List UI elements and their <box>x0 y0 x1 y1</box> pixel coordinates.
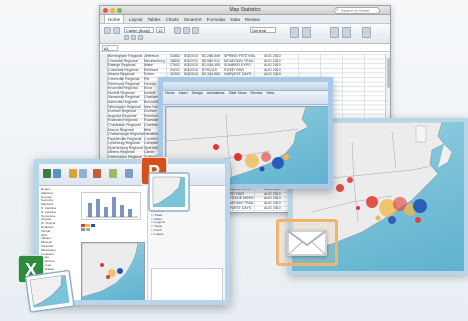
chart-icon[interactable] <box>69 169 77 178</box>
underline-icon[interactable] <box>138 35 143 40</box>
name-box[interactable]: A1 <box>102 45 118 51</box>
table-cell[interactable]: AUG 2010 <box>264 206 284 211</box>
filter-icon[interactable] <box>125 169 133 178</box>
envelope-shape <box>287 230 327 256</box>
layer-item[interactable]: ☐ Labels <box>151 233 224 237</box>
font-size-select[interactable]: 12 <box>156 27 165 33</box>
powerpoint-ribbon: Home Insert Design Animations Slide Show Revi… <box>163 91 328 105</box>
chart-legend <box>81 224 141 232</box>
search-input[interactable]: ⌕ Search in Sheet <box>334 7 380 14</box>
bar-chart <box>81 192 141 220</box>
search-placeholder: Search in Sheet <box>341 8 370 13</box>
ppt-tab-insert[interactable]: Insert <box>179 91 188 95</box>
conditional-format-icon[interactable] <box>290 27 299 38</box>
map-icon[interactable] <box>109 169 117 178</box>
tab-layout[interactable]: Layout <box>129 15 143 23</box>
properties-box[interactable] <box>151 268 223 300</box>
pie-icon[interactable] <box>93 169 101 178</box>
insert-cells-icon[interactable] <box>330 27 339 38</box>
report-map[interactable] <box>81 242 145 300</box>
wrap-text-icon[interactable] <box>192 27 199 34</box>
mail-envelope-icon[interactable] <box>276 219 338 266</box>
formula-bar[interactable]: A1 <box>100 44 390 52</box>
cut-icon[interactable] <box>113 27 120 34</box>
excel-app-icon: X <box>17 254 76 315</box>
styles-icon[interactable] <box>302 27 311 38</box>
tab-charts[interactable]: Charts <box>166 15 179 23</box>
ppt-tab-animations[interactable]: Animations <box>207 91 225 95</box>
bar-chart-svg <box>86 197 138 218</box>
bold-icon[interactable] <box>124 35 129 40</box>
tab-smartart[interactable]: SmartArt <box>184 15 202 23</box>
ppt-tab-view[interactable]: View <box>266 91 274 95</box>
tab-home[interactable]: Home <box>104 15 125 23</box>
themes-icon[interactable] <box>362 27 371 38</box>
tab-review[interactable]: Review <box>245 15 260 23</box>
scroll-thumb[interactable] <box>387 58 390 88</box>
align-left-icon[interactable] <box>174 27 181 34</box>
powerpoint-app-icon: P <box>140 156 191 215</box>
excel-ribbon: Calibri (Body) 12 General <box>100 24 390 44</box>
align-center-icon[interactable] <box>183 27 190 34</box>
excel-titlebar: Map Statistics ⌕ Search in Sheet <box>100 6 390 15</box>
table-cell[interactable]: HARVEST DAYS <box>224 206 264 211</box>
font-name-select[interactable]: Calibri (Body) <box>124 27 154 33</box>
ribbon-tabs: Home Layout Tables Charts SmartArt Formulas Da… <box>100 15 390 24</box>
paste-icon[interactable] <box>104 27 111 34</box>
delete-cells-icon[interactable] <box>342 27 351 38</box>
report-ribbon <box>39 164 225 186</box>
search-icon: ⌕ <box>336 7 339 13</box>
table-icon[interactable] <box>79 169 87 178</box>
ppt-tab-slide-show[interactable]: Slide Show <box>229 91 247 95</box>
report-map-svg <box>82 243 139 298</box>
excel-mini-icon[interactable] <box>43 169 51 178</box>
tab-tables[interactable]: Tables <box>148 15 161 23</box>
powerpoint-tabs: Home Insert Design Animations Slide Show Revi… <box>165 91 274 95</box>
italic-icon[interactable] <box>131 35 136 40</box>
number-format-select[interactable]: General <box>250 27 276 33</box>
powerpoint-titlebar <box>163 82 328 91</box>
save-icon[interactable] <box>53 169 61 178</box>
ppt-tab-home[interactable]: Home <box>165 91 175 95</box>
ppt-tab-design[interactable]: Design <box>192 91 203 95</box>
ppt-tab-review[interactable]: Review <box>251 91 263 95</box>
tab-data[interactable]: Data <box>230 15 240 23</box>
tab-formulas[interactable]: Formulas <box>207 15 226 23</box>
